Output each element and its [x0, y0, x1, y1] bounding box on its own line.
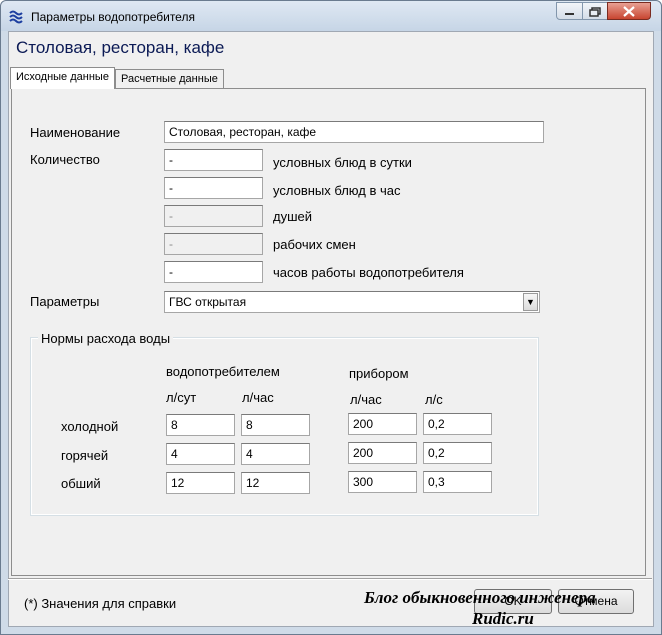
- hot-device-per-sec-input[interactable]: 0,2: [423, 442, 492, 464]
- title-bar[interactable]: Параметры водопотребителя: [1, 1, 661, 31]
- row-label-hot: горячей: [61, 448, 109, 463]
- params-label: Параметры: [30, 294, 100, 309]
- column-header: л/с: [425, 392, 443, 407]
- device-column-group: прибором: [349, 366, 409, 381]
- maximize-button[interactable]: [582, 2, 608, 20]
- norms-group-title: Нормы расхода воды: [38, 331, 174, 346]
- reference-note: (*) Значения для справки: [24, 596, 177, 611]
- params-select-value: ГВС открытая: [169, 295, 247, 309]
- consumer-heading: Столовая, ресторан, кафе: [16, 38, 225, 57]
- tab-calculated-data[interactable]: Расчетные данные: [115, 69, 224, 89]
- close-icon: [623, 6, 635, 17]
- close-window-button[interactable]: [607, 2, 651, 20]
- minimize-icon: [565, 13, 574, 15]
- footer-divider: [8, 578, 652, 580]
- showers-input: -: [164, 205, 263, 227]
- params-select[interactable]: ГВС открытая ▼: [164, 291, 540, 313]
- watermark-site: Rudic.ru: [472, 609, 534, 628]
- row-label-total: обший: [61, 476, 101, 491]
- work-shifts-unit: рабочих смен: [273, 237, 356, 252]
- minimize-button[interactable]: [556, 2, 583, 20]
- cold-device-per-sec-input[interactable]: 0,2: [423, 413, 492, 435]
- watermark-blog-title: Блог обыкновенного инженера: [364, 588, 596, 607]
- app-icon: [9, 10, 23, 24]
- name-label: Наименование: [30, 125, 121, 140]
- column-header: л/час: [350, 392, 382, 407]
- chevron-down-icon[interactable]: ▼: [523, 293, 538, 311]
- restore-icon: [589, 7, 601, 17]
- column-header: л/час: [242, 390, 274, 405]
- cold-per-hour-input[interactable]: 8: [241, 414, 310, 436]
- dishes-per-day-input[interactable]: -: [164, 149, 263, 171]
- dishes-per-day-unit: условных блюд в сутки: [273, 155, 412, 170]
- work-shifts-input: -: [164, 233, 263, 255]
- quantity-label: Количество: [30, 152, 100, 167]
- hot-per-hour-input[interactable]: 4: [241, 443, 310, 465]
- dishes-per-hour-unit: условных блюд в час: [273, 183, 401, 198]
- cold-per-day-input[interactable]: 8: [166, 414, 235, 436]
- name-input[interactable]: Столовая, ресторан, кафе: [164, 121, 544, 143]
- total-per-day-input[interactable]: 12: [166, 472, 235, 494]
- work-hours-unit: часов работы водопотребителя: [273, 265, 464, 280]
- total-device-per-sec-input[interactable]: 0,3: [423, 471, 492, 493]
- total-per-hour-input[interactable]: 12: [241, 472, 310, 494]
- work-hours-input[interactable]: -: [164, 261, 263, 283]
- window-title: Параметры водопотребителя: [31, 10, 195, 24]
- dishes-per-hour-input[interactable]: -: [164, 177, 263, 199]
- row-label-cold: холодной: [61, 419, 119, 434]
- showers-unit: душей: [273, 209, 313, 224]
- column-header: л/сут: [166, 390, 197, 405]
- tab-source-data[interactable]: Исходные данные: [10, 67, 115, 89]
- consumer-column-group: водопотребителем: [166, 364, 280, 379]
- cold-device-per-hour-input[interactable]: 200: [348, 413, 417, 435]
- hot-per-day-input[interactable]: 4: [166, 443, 235, 465]
- hot-device-per-hour-input[interactable]: 200: [348, 442, 417, 464]
- total-device-per-hour-input[interactable]: 300: [348, 471, 417, 493]
